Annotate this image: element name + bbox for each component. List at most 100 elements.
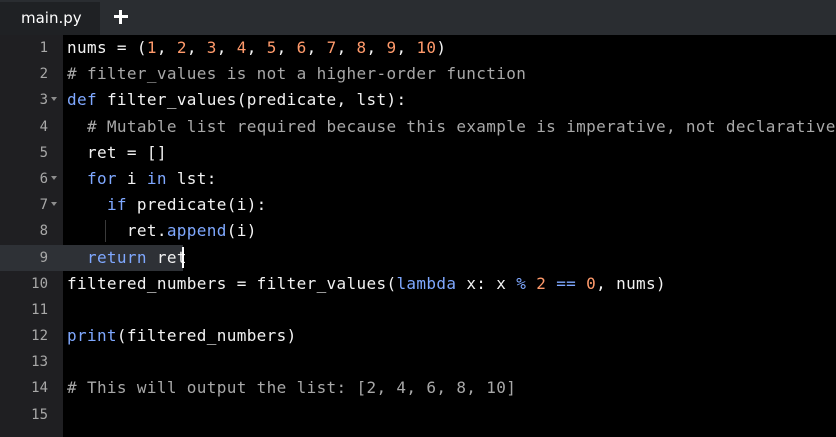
code-token: in xyxy=(146,168,177,188)
line-number: 6 xyxy=(39,170,48,187)
code-token: (i) xyxy=(226,221,257,241)
code-token: , xyxy=(366,38,387,57)
code-line[interactable]: 1 nums = (1, 2, 3, 4, 5, 6, 7, 8, 9, 10) xyxy=(0,35,836,61)
code-token: ) xyxy=(436,38,447,57)
code-token: ret. xyxy=(67,221,167,241)
code-text: ret = [] xyxy=(67,140,167,166)
code-token: , xyxy=(396,38,417,57)
code-token: filtered_numbers = filter_values( xyxy=(67,273,397,293)
fold-arrow-icon[interactable] xyxy=(51,97,57,102)
code-line[interactable]: 12 print(filtered_numbers) xyxy=(0,323,836,349)
code-line[interactable]: 13 xyxy=(0,349,836,375)
code-token: print xyxy=(67,326,117,346)
code-line[interactable]: 4 # Mutable list required because this e… xyxy=(0,114,836,140)
code-token: 2 xyxy=(536,273,547,293)
code-token: , xyxy=(246,38,267,57)
code-token: , xyxy=(216,38,237,57)
code-token: 9 xyxy=(386,38,397,57)
code-line[interactable]: 8 ret.append(i) xyxy=(0,218,836,244)
code-token: == xyxy=(556,273,577,293)
code-line[interactable]: 6 for i in lst: xyxy=(0,166,836,192)
code-line[interactable]: 5 ret = [] xyxy=(0,140,836,166)
line-number: 2 xyxy=(39,66,48,83)
code-line[interactable]: 14 # This will output the list: [2, 4, 6,… xyxy=(0,375,836,401)
code-token: ret = [] xyxy=(67,142,167,162)
code-line[interactable]: 11 xyxy=(0,297,836,323)
line-number: 11 xyxy=(31,301,48,318)
code-token: # This will output the list: [2, 4, 6, 8… xyxy=(67,378,517,398)
code-token: , xyxy=(276,38,297,57)
code-token: i xyxy=(126,168,147,188)
text-cursor xyxy=(182,247,184,268)
code-token: , xyxy=(156,38,177,57)
line-number: 4 xyxy=(39,118,48,135)
code-token: def xyxy=(67,90,107,110)
code-token: % xyxy=(516,273,527,293)
fold-arrow-icon[interactable] xyxy=(51,202,57,207)
code-token: , xyxy=(186,38,207,57)
code-token: 2 xyxy=(176,38,187,57)
plus-icon[interactable] xyxy=(110,6,132,28)
code-token: 5 xyxy=(266,38,277,57)
code-token: 0 xyxy=(586,273,597,293)
editor-pane[interactable]: 1 nums = (1, 2, 3, 4, 5, 6, 7, 8, 9, 10) 2… xyxy=(0,35,836,437)
line-number: 15 xyxy=(31,406,48,423)
line-number: 10 xyxy=(31,275,48,292)
line-number: 3 xyxy=(39,92,48,109)
line-number: 8 xyxy=(39,223,48,240)
code-token: , nums) xyxy=(596,273,667,293)
code-token: 4 xyxy=(236,38,247,57)
code-token: append xyxy=(166,221,227,241)
code-line[interactable]: 10 filtered_numbers = filter_values(lambd… xyxy=(0,271,836,297)
code-editor-app: main.py 1 nums = (1, 2, 3, 4, 5, 6, 7, 8,… xyxy=(0,0,836,437)
code-lines: 1 nums = (1, 2, 3, 4, 5, 6, 7, 8, 9, 10) 2… xyxy=(0,35,836,428)
code-token: filter_values(predicate, lst): xyxy=(106,90,407,110)
code-line[interactable]: 9 return ret xyxy=(0,245,836,271)
code-token: 10 xyxy=(416,38,437,57)
code-token: 6 xyxy=(296,38,307,57)
code-line[interactable]: 15 xyxy=(0,402,836,428)
code-token: for xyxy=(86,168,127,188)
code-text: filtered_numbers = filter_values(lambda … xyxy=(67,271,666,297)
code-token: , xyxy=(336,38,357,57)
code-text: for i in lst: xyxy=(67,166,217,192)
code-token: predicate(i): xyxy=(136,195,267,215)
fold-arrow-icon[interactable] xyxy=(51,175,57,180)
code-text: if predicate(i): xyxy=(67,192,267,218)
line-number: 7 xyxy=(39,197,48,214)
code-line[interactable]: 3 def filter_values(predicate, lst): xyxy=(0,87,836,113)
code-token: 1 xyxy=(146,38,157,57)
code-token: lambda xyxy=(396,273,467,293)
code-text: # Mutable list required because this exa… xyxy=(67,114,836,140)
code-text: ret.append(i) xyxy=(67,218,257,244)
line-number: 12 xyxy=(31,328,48,345)
code-token: , xyxy=(306,38,327,57)
code-text: # This will output the list: [2, 4, 6, 8… xyxy=(67,375,516,401)
line-number: 9 xyxy=(39,249,48,266)
code-line[interactable]: 7 if predicate(i): xyxy=(0,192,836,218)
tab-bar: main.py xyxy=(0,0,836,35)
code-text: nums = (1, 2, 3, 4, 5, 6, 7, 8, 9, 10) xyxy=(67,35,446,61)
code-token: return xyxy=(86,247,157,267)
code-token: # filter_values is not a higher-order fu… xyxy=(67,64,527,84)
code-token: lst: xyxy=(176,168,217,188)
code-text: print(filtered_numbers) xyxy=(67,323,297,349)
line-number: 14 xyxy=(31,380,48,397)
tab-main-py[interactable]: main.py xyxy=(0,0,100,35)
line-number: 13 xyxy=(31,354,48,371)
code-token: if xyxy=(106,195,137,215)
code-token: nums = ( xyxy=(67,38,147,57)
code-line[interactable]: 2 # filter_values is not a higher-order f… xyxy=(0,61,836,87)
code-text: def filter_values(predicate, lst): xyxy=(67,87,406,113)
tab-label: main.py xyxy=(21,9,82,27)
line-number: 1 xyxy=(39,40,48,56)
code-token: x: x xyxy=(466,273,517,293)
code-token: 8 xyxy=(356,38,367,57)
code-text: return ret xyxy=(67,245,187,271)
